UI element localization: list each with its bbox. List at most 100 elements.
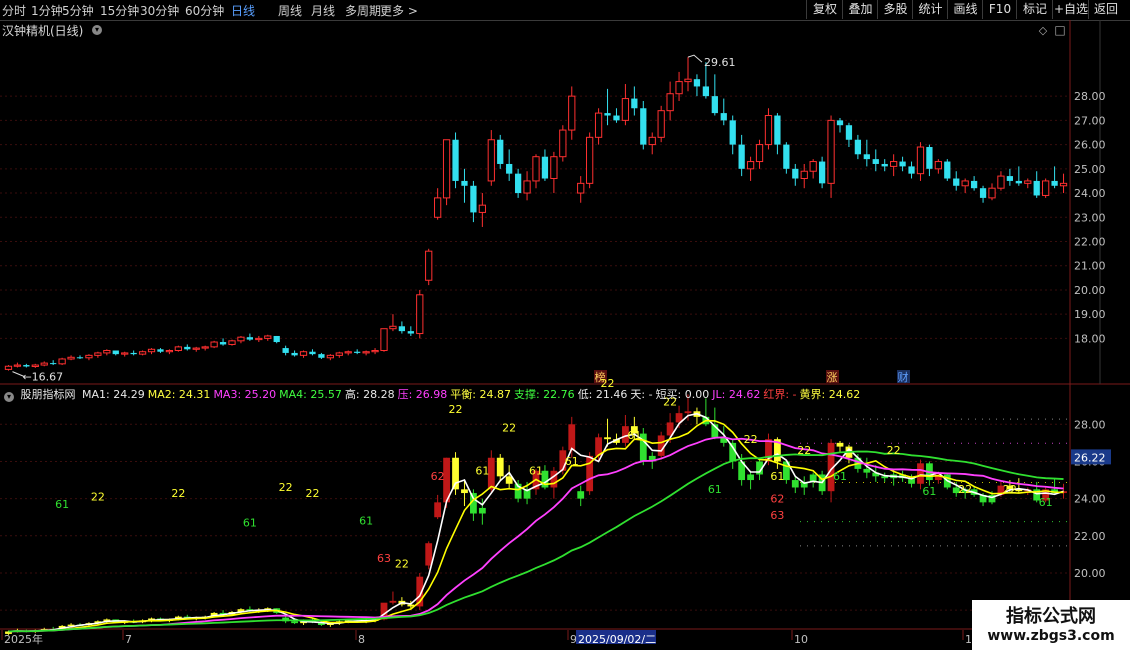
price-axis-label: 21.00	[1074, 260, 1106, 273]
indicator-value-4: 高: 28.28	[344, 388, 395, 401]
candle-body	[926, 147, 933, 169]
candle-body	[899, 161, 906, 167]
candle-body	[881, 163, 888, 167]
watermark: 指标公式网 www.zbgs3.com	[972, 600, 1130, 650]
kline-chart: 28.00 27.00 26.00 25.00 24.00 23.00 22.00 21.00…	[0, 20, 1130, 650]
candle-body	[416, 294, 424, 335]
candle-body	[273, 335, 280, 343]
candle-body	[648, 136, 656, 146]
signal-label: 61	[529, 464, 543, 477]
price-axis-label: 28.00	[1074, 90, 1106, 103]
ma-line-2	[8, 419, 1064, 633]
candle-body	[237, 336, 245, 342]
candle-body	[613, 115, 620, 121]
indicator-options-icon[interactable]: ▾	[4, 392, 14, 402]
signal-label: 22	[744, 433, 758, 446]
candle-body	[4, 365, 13, 370]
candle-body	[478, 204, 486, 213]
candle-body	[541, 156, 549, 179]
date-label: 7	[125, 633, 132, 646]
candle-body	[354, 351, 361, 353]
candle-body	[40, 362, 48, 366]
candle-body	[442, 139, 451, 199]
signal-label: 22	[797, 444, 811, 457]
price-axis-label: 27.00	[1074, 114, 1106, 127]
candle-body	[299, 351, 308, 356]
candle-body	[201, 346, 209, 349]
candle-body	[693, 79, 701, 87]
window-icon: □	[1054, 23, 1065, 37]
candle-body	[13, 364, 22, 367]
candle-body	[228, 340, 236, 345]
candle-body	[192, 347, 200, 350]
candle-body	[836, 120, 844, 126]
signal-label: 22	[171, 487, 185, 500]
indicator-value-11: JL: 24.62	[712, 388, 761, 401]
candle-body	[774, 115, 781, 145]
candle-body	[1024, 180, 1032, 184]
candle-body	[1006, 176, 1014, 181]
date-label: 1	[965, 633, 972, 646]
signal-label: 22	[887, 444, 901, 457]
candle-body	[76, 357, 84, 359]
candle-body	[1051, 180, 1058, 186]
indicator-value-2: MA3: 25.20	[213, 388, 277, 401]
ind-axis-label: 22.00	[1074, 530, 1106, 543]
candle-body	[594, 112, 603, 138]
chart-options-icon[interactable]: ▾	[92, 25, 102, 35]
candle-body	[746, 161, 755, 170]
candle-body	[407, 331, 414, 334]
ind-axis-label: 28.00	[1074, 418, 1106, 431]
date-label: 2025年	[4, 632, 43, 646]
candle-body	[586, 136, 594, 184]
signal-label: 22	[305, 487, 319, 500]
candle-body	[1042, 180, 1050, 196]
ind-body	[568, 424, 576, 451]
candle-body	[470, 185, 477, 213]
candle-body	[872, 159, 879, 164]
candle-body	[487, 139, 495, 182]
ind-axis-label: 20.00	[1074, 567, 1106, 580]
signal-label: 61	[475, 464, 489, 477]
price-axis-label: 20.00	[1074, 284, 1106, 297]
signal-label: 61	[243, 517, 257, 530]
candle-body	[282, 348, 289, 353]
ind-body	[917, 463, 924, 484]
candle-body	[988, 187, 996, 199]
indicator-name: 股朋指标网	[20, 388, 76, 401]
signal-label: 63	[377, 552, 391, 565]
candle-body	[344, 351, 352, 354]
indicator-legend: ▾ 股朋指标网 MA1: 24.29 MA2: 24.31 MA3: 25.20 MA…	[4, 386, 863, 402]
high-price-label: 29.61	[704, 56, 736, 69]
candle-body	[621, 98, 630, 121]
candle-body	[85, 354, 93, 359]
signal-label: 22	[958, 483, 972, 496]
candle-body	[121, 352, 129, 355]
diamond-icon: ◇	[1039, 24, 1048, 37]
ind-body	[836, 442, 844, 447]
candle-body	[434, 197, 442, 218]
candle-body	[326, 354, 334, 359]
candle-body	[792, 168, 799, 179]
candle-body	[94, 352, 102, 356]
candle-body	[640, 108, 647, 145]
indicator-value-3: MA4: 25.57	[279, 388, 342, 401]
indicator-value-0: MA1: 24.29	[82, 388, 145, 401]
signal-label: 61	[565, 455, 579, 468]
candle-body	[711, 96, 718, 114]
candle-body	[577, 182, 585, 194]
candle-body	[916, 146, 925, 175]
candle-body	[165, 350, 174, 353]
signal-label: 22	[1003, 483, 1017, 496]
candle-body	[398, 326, 406, 332]
candle-body	[657, 110, 665, 138]
candle-body	[497, 139, 504, 164]
ind-body	[577, 491, 585, 499]
candle-body	[809, 161, 817, 172]
signal-label: 61	[359, 515, 373, 528]
candle-body	[604, 113, 611, 116]
candle-body	[335, 352, 343, 356]
indicator-value-7: 支撑: 22.76	[513, 388, 575, 401]
candle-body	[550, 156, 558, 180]
candle-body	[532, 156, 540, 182]
